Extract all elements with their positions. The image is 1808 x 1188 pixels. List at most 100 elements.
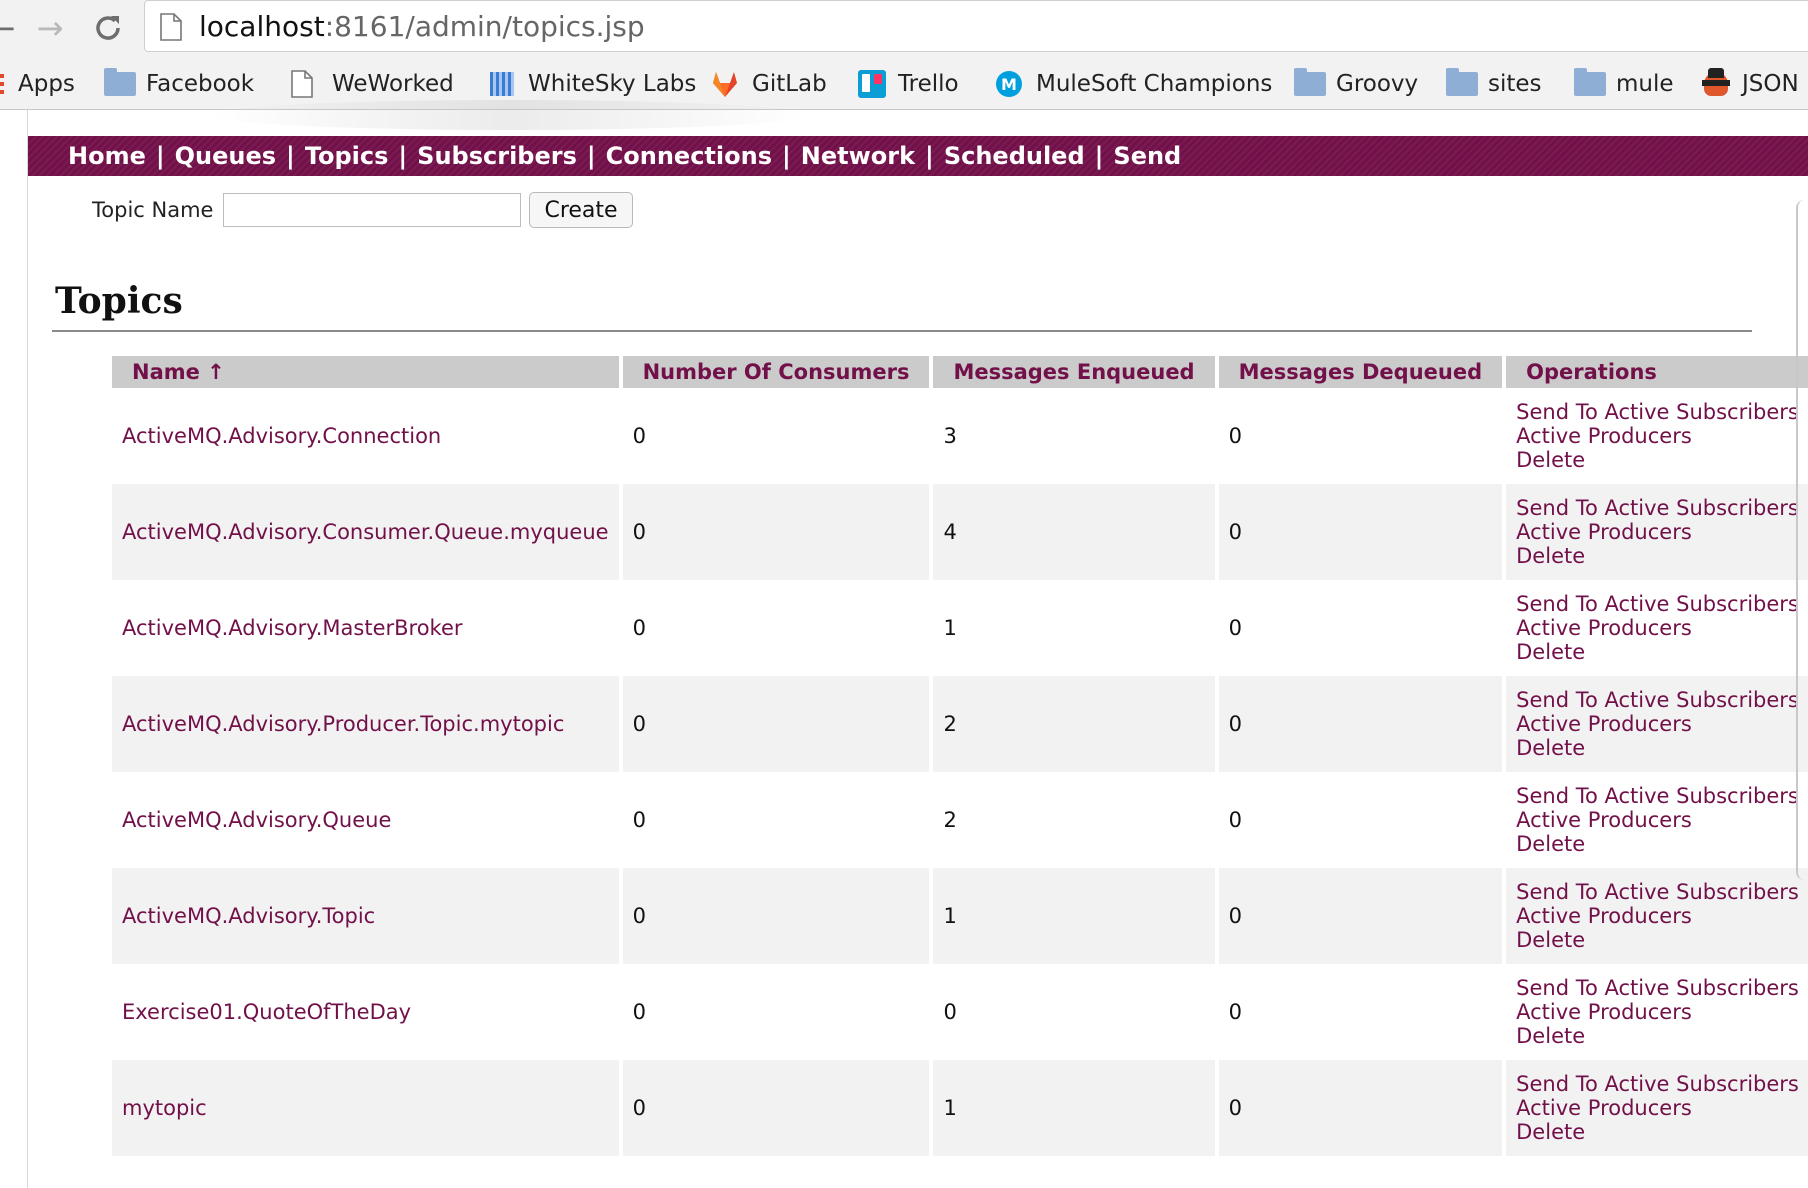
bookmark-trello[interactable]: Trello <box>856 66 959 102</box>
bookmark-facebook[interactable]: Facebook <box>104 66 254 102</box>
url-text: localhost:8161/admin/topics.jsp <box>199 10 645 43</box>
nav-link-topics[interactable]: Topics <box>305 142 389 170</box>
column-header-consumers[interactable]: Number Of Consumers <box>622 356 930 388</box>
bookmark-mule[interactable]: mule <box>1574 66 1674 102</box>
topic-name-cell: ActiveMQ.Advisory.Queue <box>112 772 619 868</box>
column-header-enqueued[interactable]: Messages Enqueued <box>933 356 1215 388</box>
folder-icon <box>104 68 136 98</box>
create-topic-form: Topic Name Create <box>92 192 633 228</box>
topic-name-cell: ActiveMQ.Advisory.Producer.Topic.mytopic <box>112 676 619 772</box>
table-row: mytopic 0 1 0 Send To Active Subscribers Acti… <box>112 1060 1808 1156</box>
send-to-active-subscribers-link[interactable]: Send To Active Subscribers <box>1516 976 1799 1000</box>
nav-link-home[interactable]: Home <box>68 142 146 170</box>
bookmarks-bar: Apps Facebook WeWorked WhiteSky Labs GitLab T… <box>0 58 1808 110</box>
delete-link[interactable]: Delete <box>1516 448 1799 472</box>
delete-link[interactable]: Delete <box>1516 544 1799 568</box>
topic-name-cell: mytopic <box>112 1060 619 1156</box>
delete-link[interactable]: Delete <box>1516 640 1799 664</box>
topic-name-cell: Exercise01.QuoteOfTheDay <box>112 964 619 1060</box>
bookmark-label: Apps <box>18 71 75 97</box>
nav-link-connections[interactable]: Connections <box>606 142 772 170</box>
send-to-active-subscribers-link[interactable]: Send To Active Subscribers <box>1516 592 1799 616</box>
nav-link-scheduled[interactable]: Scheduled <box>944 142 1085 170</box>
bookmark-gitlab[interactable]: GitLab <box>710 66 827 102</box>
bookmark-whitesky-labs[interactable]: WhiteSky Labs <box>486 66 696 102</box>
topic-link[interactable]: mytopic <box>122 1096 207 1120</box>
topic-link[interactable]: ActiveMQ.Advisory.Consumer.Queue.myqueue <box>122 520 609 544</box>
table-row: ActiveMQ.Advisory.Queue 0 2 0 Send To Active… <box>112 772 1808 868</box>
dequeued-cell: 0 <box>1218 1060 1503 1156</box>
bookmark-groovy[interactable]: Groovy <box>1294 66 1418 102</box>
bookmark-mulesoft-champions[interactable]: M MuleSoft Champions <box>994 66 1272 102</box>
consumers-cell: 0 <box>632 616 646 640</box>
active-producers-link[interactable]: Active Producers <box>1516 712 1799 736</box>
dequeued-cell: 0 <box>1228 424 1242 448</box>
dequeued-cell: 0 <box>1218 484 1503 580</box>
column-header-dequeued[interactable]: Messages Dequeued <box>1218 356 1503 388</box>
active-producers-link[interactable]: Active Producers <box>1516 520 1799 544</box>
delete-link[interactable]: Delete <box>1516 928 1799 952</box>
nav-separator: | <box>286 142 295 170</box>
forward-button[interactable]: → <box>28 6 72 50</box>
topic-link[interactable]: ActiveMQ.Advisory.Topic <box>122 904 375 928</box>
send-to-active-subscribers-link[interactable]: Send To Active Subscribers <box>1516 496 1799 520</box>
reload-button[interactable] <box>86 6 130 50</box>
operations-cell: Send To Active Subscribers Active Produce… <box>1506 580 1808 676</box>
topic-link[interactable]: ActiveMQ.Advisory.Queue <box>122 808 391 832</box>
table-row: Exercise01.QuoteOfTheDay 0 0 0 Send To Activ… <box>112 964 1808 1060</box>
folder-icon <box>1294 68 1326 98</box>
nav-link-send[interactable]: Send <box>1113 142 1181 170</box>
send-to-active-subscribers-link[interactable]: Send To Active Subscribers <box>1516 400 1799 424</box>
table-row: ActiveMQ.Advisory.Connection 0 3 0 Send To A… <box>112 388 1808 484</box>
active-producers-link[interactable]: Active Producers <box>1516 424 1799 448</box>
nav-separator: | <box>925 142 934 170</box>
page-icon <box>290 70 322 98</box>
active-producers-link[interactable]: Active Producers <box>1516 904 1799 928</box>
topic-link[interactable]: ActiveMQ.Advisory.MasterBroker <box>122 616 463 640</box>
nav-separator: | <box>398 142 408 170</box>
active-producers-link[interactable]: Active Producers <box>1516 808 1799 832</box>
topic-name-cell: ActiveMQ.Advisory.Connection <box>112 388 619 484</box>
page-icon <box>160 13 182 41</box>
delete-link[interactable]: Delete <box>1516 1024 1799 1048</box>
active-producers-link[interactable]: Active Producers <box>1516 1096 1799 1120</box>
active-producers-link[interactable]: Active Producers <box>1516 616 1799 640</box>
enqueued-cell: 1 <box>933 1060 1215 1156</box>
bookmark-weworked[interactable]: WeWorked <box>290 66 454 102</box>
column-header-name[interactable]: Name ↑ <box>112 356 619 388</box>
send-to-active-subscribers-link[interactable]: Send To Active Subscribers <box>1516 1072 1799 1096</box>
topic-link[interactable]: Exercise01.QuoteOfTheDay <box>122 1000 411 1024</box>
apps-grid-icon <box>0 70 8 98</box>
bookmark-apps[interactable]: Apps <box>0 66 75 102</box>
back-button[interactable]: ← <box>0 6 24 50</box>
send-to-active-subscribers-link[interactable]: Send To Active Subscribers <box>1516 688 1799 712</box>
bookmark-label: MuleSoft Champions <box>1036 71 1273 97</box>
operations-cell: Send To Active Subscribers Active Produce… <box>1506 388 1808 484</box>
delete-link[interactable]: Delete <box>1516 736 1799 760</box>
gitlab-icon <box>710 70 742 98</box>
active-producers-link[interactable]: Active Producers <box>1516 1000 1799 1024</box>
dequeued-cell: 0 <box>1228 616 1242 640</box>
address-bar[interactable]: localhost:8161/admin/topics.jsp <box>144 0 1808 52</box>
consumers-cell: 0 <box>632 1000 646 1024</box>
topic-name-input[interactable] <box>223 193 522 227</box>
enqueued-cell: 2 <box>943 808 957 832</box>
nav-separator: | <box>586 142 596 170</box>
send-to-active-subscribers-link[interactable]: Send To Active Subscribers <box>1516 784 1799 808</box>
nav-link-queues[interactable]: Queues <box>175 142 276 170</box>
delete-link[interactable]: Delete <box>1516 1120 1799 1144</box>
delete-link[interactable]: Delete <box>1516 832 1799 856</box>
bookmark-sites[interactable]: sites <box>1446 66 1542 102</box>
table-row: ActiveMQ.Advisory.Topic 0 1 0 Send To Active… <box>112 868 1808 964</box>
topic-link[interactable]: ActiveMQ.Advisory.Producer.Topic.mytopic <box>122 712 564 736</box>
nav-link-network[interactable]: Network <box>801 142 915 170</box>
operations-cell: Send To Active Subscribers Active Produce… <box>1506 868 1808 964</box>
send-to-active-subscribers-link[interactable]: Send To Active Subscribers <box>1516 880 1799 904</box>
create-button[interactable]: Create <box>529 192 633 228</box>
topic-link[interactable]: ActiveMQ.Advisory.Connection <box>122 424 441 448</box>
enqueued-cell: 4 <box>933 484 1215 580</box>
topics-table: Name ↑ Number Of Consumers Messages Enqu… <box>108 356 1808 1156</box>
page-right-edge <box>1796 200 1808 880</box>
bookmark-json[interactable]: JSON <box>1700 66 1799 102</box>
nav-link-subscribers[interactable]: Subscribers <box>417 142 577 170</box>
